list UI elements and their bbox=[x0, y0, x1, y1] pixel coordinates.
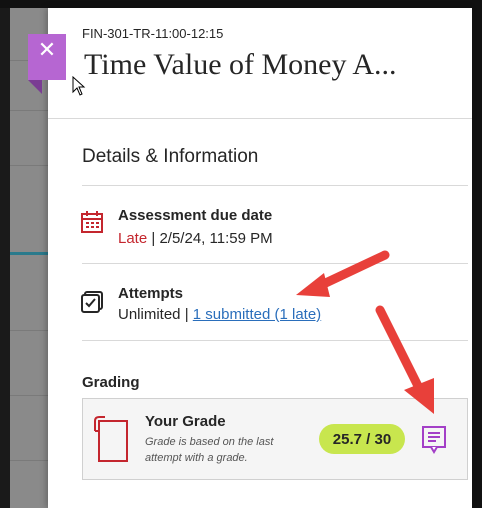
assessment-details-panel: FIN-301-TR-11:00-12:15 Time Value of Mon… bbox=[28, 8, 472, 508]
close-icon: ✕ bbox=[37, 38, 57, 63]
due-date-value: Late | 2/5/24, 11:59 PM bbox=[118, 230, 273, 247]
panel-header: FIN-301-TR-11:00-12:15 Time Value of Mon… bbox=[48, 8, 472, 119]
document-icon bbox=[94, 416, 128, 462]
course-id: FIN-301-TR-11:00-12:15 bbox=[82, 26, 224, 41]
attempts-allowed: Unlimited bbox=[118, 306, 181, 323]
your-grade-label: Your Grade bbox=[145, 413, 226, 430]
attempts-label: Attempts bbox=[118, 285, 184, 302]
submitted-attempts-link[interactable]: 1 submitted (1 late) bbox=[193, 306, 321, 323]
background-highlight-bar bbox=[10, 252, 48, 255]
details-section-title: Details & Information bbox=[82, 146, 259, 167]
feedback-icon[interactable] bbox=[421, 425, 447, 455]
screenshot-frame: FIN-301-TR-11:00-12:15 Time Value of Mon… bbox=[0, 0, 482, 508]
mouse-cursor-icon bbox=[72, 76, 86, 96]
grading-section-title: Grading bbox=[82, 374, 140, 391]
divider bbox=[82, 340, 468, 341]
calendar-icon bbox=[81, 211, 103, 233]
page-title: Time Value of Money A... bbox=[84, 48, 397, 81]
attempts-value: Unlimited | 1 submitted (1 late) bbox=[118, 306, 321, 323]
window-border-left bbox=[0, 0, 10, 508]
grade-score-badge[interactable]: 25.7 / 30 bbox=[319, 424, 405, 454]
separator: | bbox=[184, 306, 189, 323]
divider bbox=[82, 263, 468, 264]
close-button[interactable]: ✕ bbox=[28, 34, 66, 80]
grade-note: Grade is based on the last attempt with … bbox=[145, 436, 274, 464]
grade-card: Your Grade Grade is based on the last at… bbox=[82, 398, 468, 480]
divider bbox=[82, 185, 468, 186]
close-button-fold bbox=[28, 80, 42, 94]
separator: | bbox=[151, 230, 156, 247]
due-date: 2/5/24, 11:59 PM bbox=[159, 230, 273, 247]
window-border-right bbox=[472, 0, 482, 508]
late-status: Late bbox=[118, 230, 148, 247]
window-border-top bbox=[0, 0, 482, 8]
due-date-label: Assessment due date bbox=[118, 207, 273, 224]
checkbox-stack-icon bbox=[81, 291, 103, 313]
